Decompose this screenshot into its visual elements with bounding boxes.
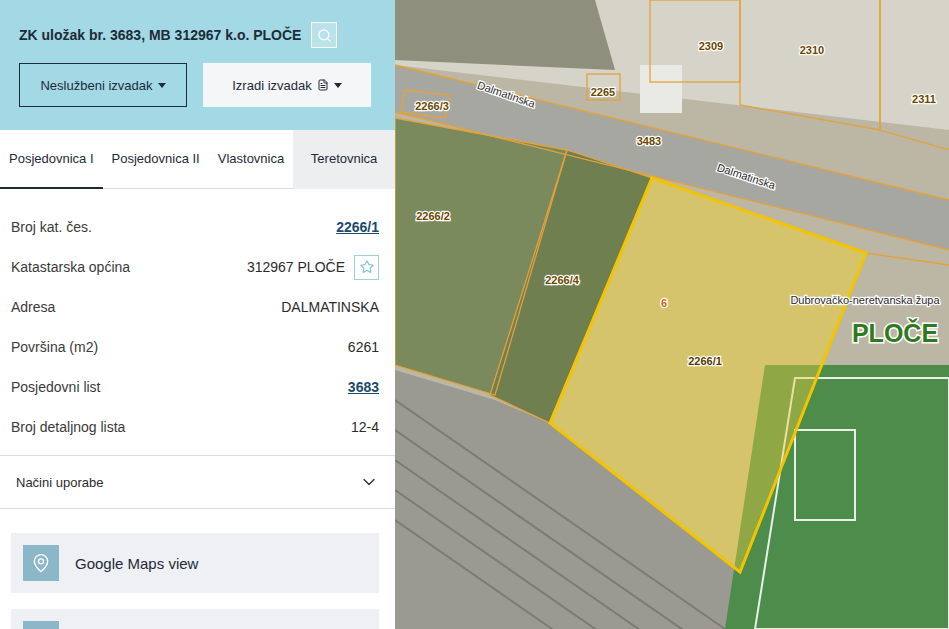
parcel-label: 2266/4 [545,274,580,286]
field-label: Broj detaljnog lista [11,419,125,435]
field-row: Broj detaljnog lista 12-4 [11,407,379,447]
map[interactable]: 2309 2310 2311 2265 2266/3 Dalmatinska 3483 Dal… [395,0,949,629]
field-row: Površina (m2) 6261 [11,327,379,367]
caret-icon [334,83,342,88]
town-label: PLOČE [852,318,938,347]
accordion-label: Načini uporabe [16,475,103,490]
field-value: 6261 [348,339,379,355]
info-panel: ZK uložak br. 3683, MB 312967 k.o. PLOČE… [0,0,395,629]
region-label: Dubrovačko-neretvanska župa [790,294,940,306]
field-link[interactable]: 2266/1 [336,219,379,235]
parcel-label: 2266/2 [416,210,450,222]
field-label: Adresa [11,299,55,315]
map-pin-icon [31,553,51,573]
ground [395,0,949,629]
card-icon-box [23,621,59,629]
field-row: Broj kat. čes. 2266/1 [11,207,379,247]
parcel-label: 2309 [699,40,723,52]
parcel-label: 3483 [637,135,661,147]
rail-track [395,520,725,629]
number-label: 6 [661,297,667,309]
field-row: Posjedovni list 3683 [11,367,379,407]
parcel-label: 2311 [912,93,936,105]
tab[interactable]: Posjedovnica II [103,130,209,189]
chevron-icon [359,472,379,492]
parcel-label: 2266/3 [415,100,449,112]
extract-button[interactable]: Neslužbeni izvadak [19,63,187,107]
field-row: Katastarska općina 312967 PLOČE [11,247,379,287]
field-label: Katastarska općina [11,259,130,275]
button-label: Neslužbeni izvadak [40,78,152,93]
extract-button[interactable]: Izradi izvadak [203,63,371,107]
button-row: Neslužbeni izvadak Izradi izvadak [19,63,376,107]
selected-parcel[interactable] [550,178,866,572]
tab[interactable]: Posjedovnica I [0,130,103,189]
card-icon-box [23,545,59,581]
parcel-label: 2310 [800,44,824,56]
panel-header: ZK uložak br. 3683, MB 312967 k.o. PLOČE… [0,0,395,130]
field-value: 312967 PLOČE [247,255,379,280]
tab[interactable]: Teretovnica [293,130,395,189]
field-label: Površina (m2) [11,339,98,355]
panel-title: ZK uložak br. 3683, MB 312967 k.o. PLOČE [19,27,301,43]
button-label: Izradi izvadak [232,78,311,93]
search-button[interactable] [311,22,337,48]
card-list: Google Maps view [0,509,395,629]
field-value: DALMATINSKA [281,299,379,315]
field-value: 12-4 [351,419,379,435]
search-icon [317,28,332,43]
document-icon [317,79,329,91]
field-list: Broj kat. čes. 2266/1 Katastarska općina 31… [0,189,395,456]
usage-accordion[interactable]: Načini uporabe [0,456,395,509]
tab[interactable]: Vlastovnica [209,130,293,189]
street-label: Dalmatinska [716,161,778,191]
parcel-label: 2266/1 [688,355,722,367]
field-label: Posjedovni list [11,379,101,395]
card-label: Google Maps view [75,555,198,572]
aerial-map[interactable]: 2309 2310 2311 2265 2266/3 Dalmatinska 3483 Dal… [395,0,949,629]
tab-bar: Posjedovnica IPosjedovnica IIVlastovnica… [0,130,395,189]
street-label: Dalmatinska [476,79,538,110]
favorite-button[interactable] [354,255,379,280]
link-card[interactable]: Google Maps view [11,533,379,593]
field-link[interactable]: 3683 [348,379,379,395]
caret-icon [158,83,166,88]
field-row: Adresa DALMATINSKA [11,287,379,327]
app: ZK uložak br. 3683, MB 312967 k.o. PLOČE… [0,0,949,629]
building [640,65,682,113]
link-card[interactable] [11,609,379,629]
star-icon [360,260,374,274]
parcel-label: 2265 [591,86,615,98]
field-label: Broj kat. čes. [11,219,92,235]
title-row: ZK uložak br. 3683, MB 312967 k.o. PLOČE [19,22,376,48]
penalty-box [795,430,855,520]
storage-yard [395,0,615,70]
